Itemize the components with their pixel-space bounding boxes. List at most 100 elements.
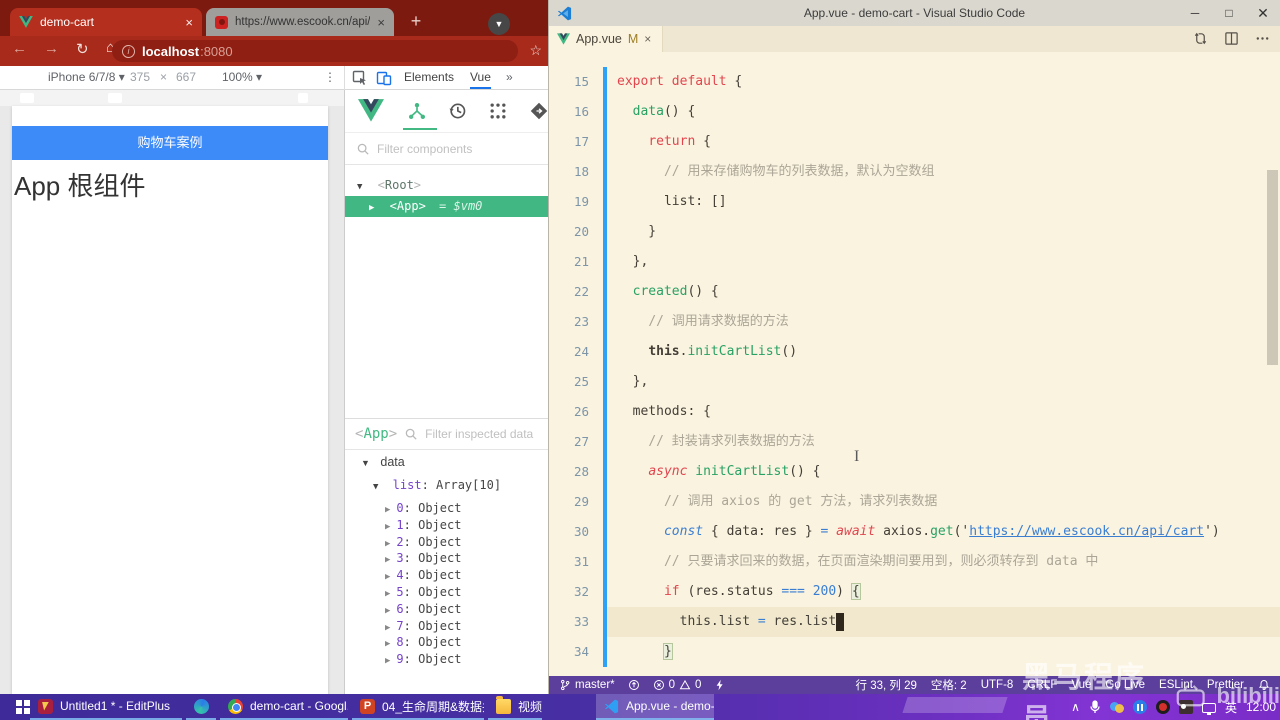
prettier-indicator[interactable]: Prettier: [1207, 679, 1244, 691]
state-entry-9[interactable]: ▶ 9: Object: [345, 651, 548, 668]
expand-arrow-icon[interactable]: ▶: [385, 656, 390, 666]
capture-icon[interactable]: [1178, 700, 1193, 714]
code-line-34[interactable]: 34 }: [549, 637, 1280, 667]
code-line-18[interactable]: 18 // 用来存储购物车的列表数据，默认为空数组: [549, 157, 1280, 187]
vscode-titlebar[interactable]: App.vue - demo-cart - Visual Studio Code…: [549, 0, 1280, 26]
code-line-15[interactable]: 15 export default {: [549, 67, 1280, 97]
filter-inspected-placeholder[interactable]: Filter inspected data: [425, 427, 533, 441]
code-line-28[interactable]: 28 async initCartList() {: [549, 457, 1280, 487]
tray-chevron-up-icon[interactable]: ∧: [1071, 700, 1080, 714]
state-entry-3[interactable]: ▶ 3: Object: [345, 550, 548, 567]
components-tab-icon[interactable]: [407, 101, 427, 121]
eslint-indicator[interactable]: ESLint: [1159, 679, 1193, 691]
code-line-17[interactable]: 17 return {: [549, 127, 1280, 157]
code-line-27[interactable]: 27 // 封装请求列表数据的方法: [549, 427, 1280, 457]
record-icon[interactable]: [1155, 700, 1170, 714]
device-height-field[interactable]: 667: [176, 70, 196, 84]
state-entry-0[interactable]: ▶ 0: Object: [345, 500, 548, 517]
code-line-22[interactable]: 22 created() {: [549, 277, 1280, 307]
device-toolbar-menu-icon[interactable]: ⋮: [324, 70, 336, 84]
pause-recording-icon[interactable]: [1132, 700, 1147, 714]
indentation-indicator[interactable]: 空格: 2: [931, 677, 967, 693]
taskbar-item-powerpoint[interactable]: P 04_生命周期&数据共...: [352, 694, 484, 720]
expand-arrow-icon[interactable]: ▶: [385, 589, 390, 599]
expand-arrow-icon[interactable]: ▶: [385, 539, 390, 549]
code-line-20[interactable]: 20 }: [549, 217, 1280, 247]
code-line-16[interactable]: 16 data() {: [549, 97, 1280, 127]
state-entry-7[interactable]: ▶ 7: Object: [345, 618, 548, 635]
cursor-position-indicator[interactable]: 行 33, 列 29: [856, 677, 917, 693]
back-icon[interactable]: ←: [12, 40, 27, 57]
feedback-lightning[interactable]: [714, 679, 726, 691]
notifications-bell[interactable]: [1258, 679, 1270, 691]
go-live-button[interactable]: Go Live: [1105, 679, 1145, 691]
tab-close-icon[interactable]: ×: [185, 15, 193, 30]
code-line-31[interactable]: 31 // 只要请求回来的数据，在页面渲染期间要用到，则必须转存到 data 中: [549, 547, 1280, 577]
split-editor-icon[interactable]: [1224, 31, 1239, 46]
code-line-29[interactable]: 29 // 调用 axios 的 get 方法，请求列表数据: [549, 487, 1280, 517]
code-line-23[interactable]: 23 // 调用请求数据的方法: [549, 307, 1280, 337]
devtools-tab-vue[interactable]: Vue: [470, 70, 491, 89]
code-line-21[interactable]: 21 },: [549, 247, 1280, 277]
collapse-arrow-icon[interactable]: ▼: [373, 482, 378, 492]
browser-extension-button[interactable]: ▼: [488, 13, 510, 35]
state-entry-4[interactable]: ▶ 4: Object: [345, 567, 548, 584]
code-line-24[interactable]: 24 this.initCartList(): [549, 337, 1280, 367]
minimize-button[interactable]: ─: [1178, 0, 1212, 26]
eol-indicator[interactable]: CRLF: [1027, 679, 1057, 691]
code-line-25[interactable]: 25 },: [549, 367, 1280, 397]
code-line-26[interactable]: 26 methods: {: [549, 397, 1280, 427]
address-bar[interactable]: i localhost:8080: [112, 40, 518, 62]
maximize-button[interactable]: □: [1212, 0, 1246, 26]
tab-close-icon[interactable]: ×: [644, 32, 651, 46]
state-entry-1[interactable]: ▶ 1: Object: [345, 517, 548, 534]
inspect-element-icon[interactable]: [352, 70, 368, 86]
taskbar-item-chrome[interactable]: demo-cart - Googl...: [220, 694, 348, 720]
editor-scrollbar[interactable]: [1267, 170, 1278, 365]
code-line-30[interactable]: 30 const { data: res } = await axios.get…: [549, 517, 1280, 547]
state-group-data[interactable]: ▼ data: [361, 455, 405, 469]
devtools-more-tabs-icon[interactable]: »: [506, 70, 513, 84]
bookmark-star-icon[interactable]: ☆: [529, 42, 542, 59]
expand-arrow-icon[interactable]: ▶: [385, 606, 390, 616]
tree-node-root[interactable]: ▼ <Root>: [357, 178, 421, 192]
code-line-32[interactable]: 32 if (res.status === 200) {: [549, 577, 1280, 607]
device-select[interactable]: iPhone 6/7/8 ▾: [48, 70, 125, 84]
expand-arrow-icon[interactable]: ▶: [385, 555, 390, 565]
taskbar-item-vscode[interactable]: App.vue - demo-ca...: [596, 694, 714, 720]
git-branch-indicator[interactable]: master*: [559, 679, 615, 691]
new-tab-button[interactable]: +: [404, 10, 428, 34]
expand-arrow-icon[interactable]: ▶: [385, 505, 390, 515]
toggle-device-toolbar-icon[interactable]: [376, 70, 392, 86]
code-line-33[interactable]: 33 this.list = res.list: [549, 607, 1280, 637]
expand-arrow-icon[interactable]: ▶: [385, 623, 390, 633]
media-query-bar[interactable]: [0, 90, 344, 106]
filter-components-input[interactable]: Filter components: [345, 133, 548, 165]
site-info-icon[interactable]: i: [122, 44, 135, 58]
clock[interactable]: 12:00: [1246, 700, 1276, 714]
more-actions-icon[interactable]: [1255, 31, 1270, 46]
devtools-tab-elements[interactable]: Elements: [404, 70, 454, 84]
plugins-tab-icon[interactable]: [488, 101, 508, 121]
microphone-icon[interactable]: [1089, 700, 1101, 714]
expand-arrow-icon[interactable]: ▶: [385, 572, 390, 582]
browser-tab-escook[interactable]: https://www.escook.cn/api/ca ×: [206, 8, 394, 36]
expand-arrow-icon[interactable]: ▶: [369, 203, 374, 213]
timeline-tab-icon[interactable]: [447, 101, 467, 121]
code-editor[interactable]: 15 export default {16 data() {17 return {…: [549, 52, 1280, 676]
tray-app-icon[interactable]: [1109, 700, 1124, 714]
tab-close-icon[interactable]: ×: [377, 15, 385, 30]
encoding-indicator[interactable]: UTF-8: [981, 679, 1014, 691]
editor-tab-appvue[interactable]: App.vue M ×: [549, 26, 663, 52]
collapse-arrow-icon[interactable]: ▼: [361, 458, 370, 468]
forward-icon[interactable]: →: [44, 40, 59, 57]
state-entry-2[interactable]: ▶ 2: Object: [345, 534, 548, 551]
device-width-field[interactable]: 375: [130, 70, 150, 84]
reload-icon[interactable]: ↻: [76, 40, 89, 58]
browser-tab-demo-cart[interactable]: demo-cart ×: [10, 8, 202, 36]
expand-arrow-icon[interactable]: ▶: [385, 639, 390, 649]
close-button[interactable]: ✕: [1246, 0, 1280, 26]
taskbar-item-folder[interactable]: 视频: [488, 694, 542, 720]
expand-arrow-icon[interactable]: ▶: [385, 522, 390, 532]
zoom-select[interactable]: 100% ▾: [222, 70, 262, 84]
